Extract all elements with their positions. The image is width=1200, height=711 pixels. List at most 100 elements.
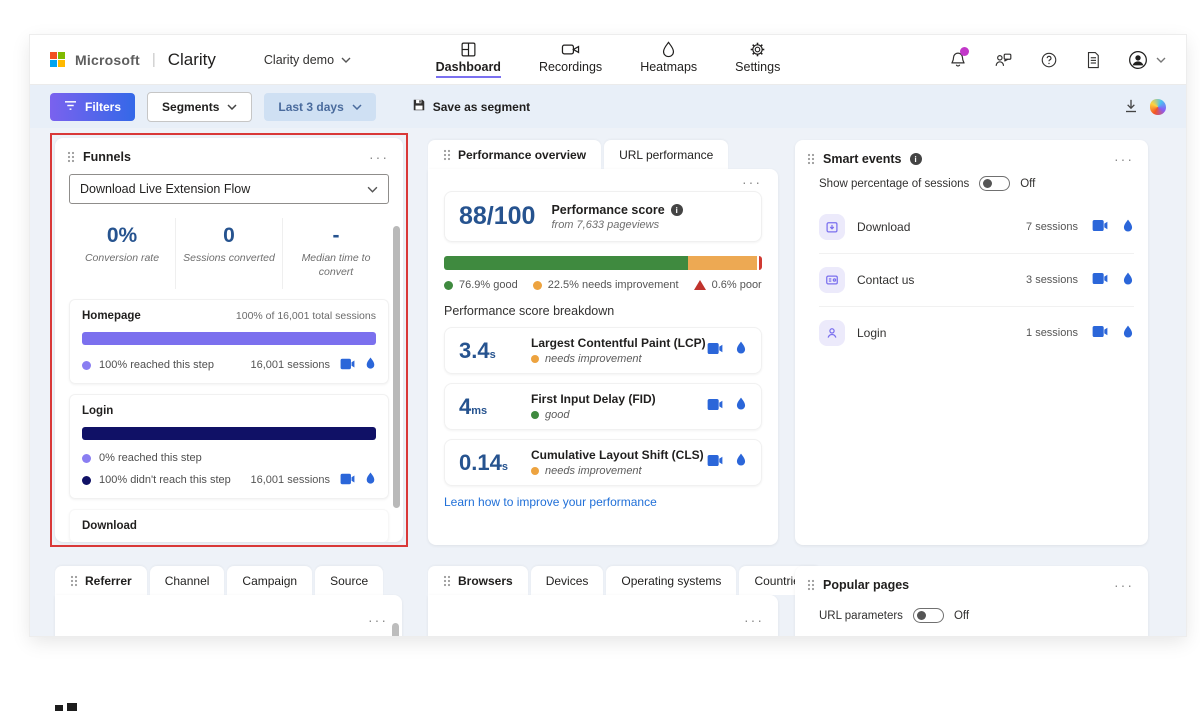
performance-score-box: 88/100 Performance score i from 7,633 pa… bbox=[444, 191, 762, 242]
funnels-title: Funnels bbox=[83, 150, 131, 164]
play-recordings-icon[interactable] bbox=[340, 473, 355, 488]
tab-referrer[interactable]: Referrer bbox=[55, 566, 147, 595]
chevron-down-icon bbox=[227, 104, 237, 110]
needs-improvement-dot bbox=[533, 281, 542, 290]
tab-channel[interactable]: Channel bbox=[150, 566, 225, 595]
funnels-scrollbar[interactable] bbox=[393, 226, 400, 508]
notifications-button[interactable] bbox=[949, 50, 967, 69]
recordings-icon bbox=[561, 41, 580, 58]
smart-events-title: Smart events bbox=[823, 152, 902, 166]
heatmap-link-icon[interactable] bbox=[735, 453, 747, 472]
drag-handle-icon[interactable] bbox=[807, 579, 815, 591]
url-parameters-label: URL parameters bbox=[819, 610, 903, 622]
improve-performance-link[interactable]: Learn how to improve your performance bbox=[444, 495, 762, 509]
heatmap-link-icon[interactable] bbox=[365, 472, 376, 488]
tab-operating-systems[interactable]: Operating systems bbox=[606, 566, 736, 595]
good-dot bbox=[444, 281, 453, 290]
feedback-button[interactable] bbox=[994, 51, 1013, 69]
legend-needs-label: 22.5% needs improvement bbox=[548, 279, 679, 291]
dashboard-icon bbox=[460, 41, 477, 58]
play-recordings-icon[interactable] bbox=[340, 358, 355, 373]
heatmap-link-icon[interactable] bbox=[1122, 272, 1134, 289]
metric-name: Largest Contentful Paint (LCP) bbox=[531, 336, 707, 350]
segments-button-label: Segments bbox=[162, 100, 219, 114]
account-menu[interactable] bbox=[1128, 50, 1166, 70]
drag-handle-icon[interactable] bbox=[807, 153, 815, 165]
tab-label: Campaign bbox=[242, 574, 297, 588]
tab-settings[interactable]: Settings bbox=[735, 41, 780, 78]
documentation-button[interactable] bbox=[1085, 51, 1101, 69]
show-percentage-toggle[interactable] bbox=[979, 176, 1010, 191]
tab-performance-overview[interactable]: Performance overview bbox=[428, 140, 601, 169]
date-range-button[interactable]: Last 3 days bbox=[264, 93, 375, 121]
legend-dot bbox=[82, 476, 91, 485]
copilot-icon[interactable] bbox=[1150, 99, 1166, 115]
metric-value: 0.14 bbox=[459, 450, 502, 475]
download-event-icon bbox=[819, 214, 845, 240]
more-options-button[interactable] bbox=[742, 179, 762, 185]
tab-browsers[interactable]: Browsers bbox=[428, 566, 528, 595]
funnel-select[interactable]: Download Live Extension Flow bbox=[69, 174, 389, 204]
event-sessions: 7 sessions bbox=[1026, 221, 1078, 233]
smart-event-login: Login 1 sessions bbox=[819, 307, 1134, 359]
play-recordings-icon[interactable] bbox=[1092, 219, 1108, 235]
chevron-down-icon bbox=[367, 186, 378, 193]
heatmap-link-icon[interactable] bbox=[735, 341, 747, 360]
heatmap-link-icon[interactable] bbox=[1122, 325, 1134, 342]
tab-url-performance[interactable]: URL performance bbox=[604, 140, 728, 169]
info-icon[interactable]: i bbox=[910, 153, 922, 165]
smart-events-card: Smart events i Show percentage of sessio… bbox=[795, 140, 1148, 545]
popular-pages-title: Popular pages bbox=[823, 578, 909, 592]
url-parameters-toggle[interactable] bbox=[913, 608, 944, 623]
drag-handle-icon[interactable] bbox=[67, 151, 75, 163]
metric-lcp: 3.4s Largest Contentful Paint (LCP) need… bbox=[444, 327, 762, 374]
step-summary: 100% of 16,001 total sessions bbox=[236, 310, 376, 322]
event-name: Login bbox=[857, 326, 886, 340]
step-name: Download bbox=[82, 520, 137, 532]
project-selector-label: Clarity demo bbox=[264, 53, 334, 67]
heatmap-link-icon[interactable] bbox=[365, 357, 376, 373]
smart-event-contact-us: Contact us 3 sessions bbox=[819, 254, 1134, 307]
tab-source[interactable]: Source bbox=[315, 566, 383, 595]
info-icon[interactable]: i bbox=[671, 204, 683, 216]
event-sessions: 3 sessions bbox=[1026, 274, 1078, 286]
more-options-button[interactable] bbox=[368, 617, 388, 623]
play-recordings-icon[interactable] bbox=[1092, 325, 1108, 341]
pageviews-subtitle: from 7,633 pageviews bbox=[551, 219, 682, 231]
tab-devices[interactable]: Devices bbox=[531, 566, 604, 595]
play-recordings-icon[interactable] bbox=[707, 342, 723, 360]
performance-legend: 76.9% good 22.5% needs improvement 0.6% … bbox=[444, 279, 762, 291]
play-recordings-icon[interactable] bbox=[707, 398, 723, 416]
referrer-scrollbar[interactable] bbox=[392, 623, 399, 636]
download-dashboard-icon[interactable] bbox=[1124, 99, 1138, 114]
heatmap-link-icon[interactable] bbox=[1122, 219, 1134, 236]
metric-fid: 4ms First Input Delay (FID) good bbox=[444, 383, 762, 430]
help-button[interactable] bbox=[1040, 51, 1058, 69]
metric-status: good bbox=[545, 409, 569, 421]
metric-status: needs improvement bbox=[545, 465, 642, 477]
show-percentage-label: Show percentage of sessions bbox=[819, 178, 969, 190]
filters-button[interactable]: Filters bbox=[50, 93, 135, 121]
metric-cls: 0.14s Cumulative Layout Shift (CLS) need… bbox=[444, 439, 762, 486]
play-recordings-icon[interactable] bbox=[1092, 272, 1108, 288]
save-as-segment-button[interactable]: Save as segment bbox=[398, 91, 544, 122]
popular-pages-card: Popular pages URL parameters Off bbox=[795, 566, 1148, 636]
stat-value: 0 bbox=[182, 224, 276, 248]
stat-label: Conversion rate bbox=[75, 252, 169, 266]
tab-campaign[interactable]: Campaign bbox=[227, 566, 312, 595]
project-selector[interactable]: Clarity demo bbox=[264, 53, 351, 67]
tab-heatmaps[interactable]: Heatmaps bbox=[640, 41, 697, 78]
play-recordings-icon[interactable] bbox=[707, 454, 723, 472]
tab-recordings[interactable]: Recordings bbox=[539, 41, 602, 78]
tab-dashboard[interactable]: Dashboard bbox=[436, 41, 501, 78]
segments-button[interactable]: Segments bbox=[147, 92, 252, 122]
funnel-step-download: Download bbox=[69, 509, 389, 542]
more-options-button[interactable] bbox=[744, 617, 764, 623]
more-options-button[interactable] bbox=[1114, 156, 1134, 162]
stat-median-time: - Median time to convert bbox=[282, 218, 389, 289]
toggle-state-label: Off bbox=[1020, 178, 1035, 190]
more-options-button[interactable] bbox=[369, 154, 389, 160]
more-options-button[interactable] bbox=[1114, 582, 1134, 588]
heatmap-link-icon[interactable] bbox=[735, 397, 747, 416]
notification-dot bbox=[960, 47, 969, 56]
